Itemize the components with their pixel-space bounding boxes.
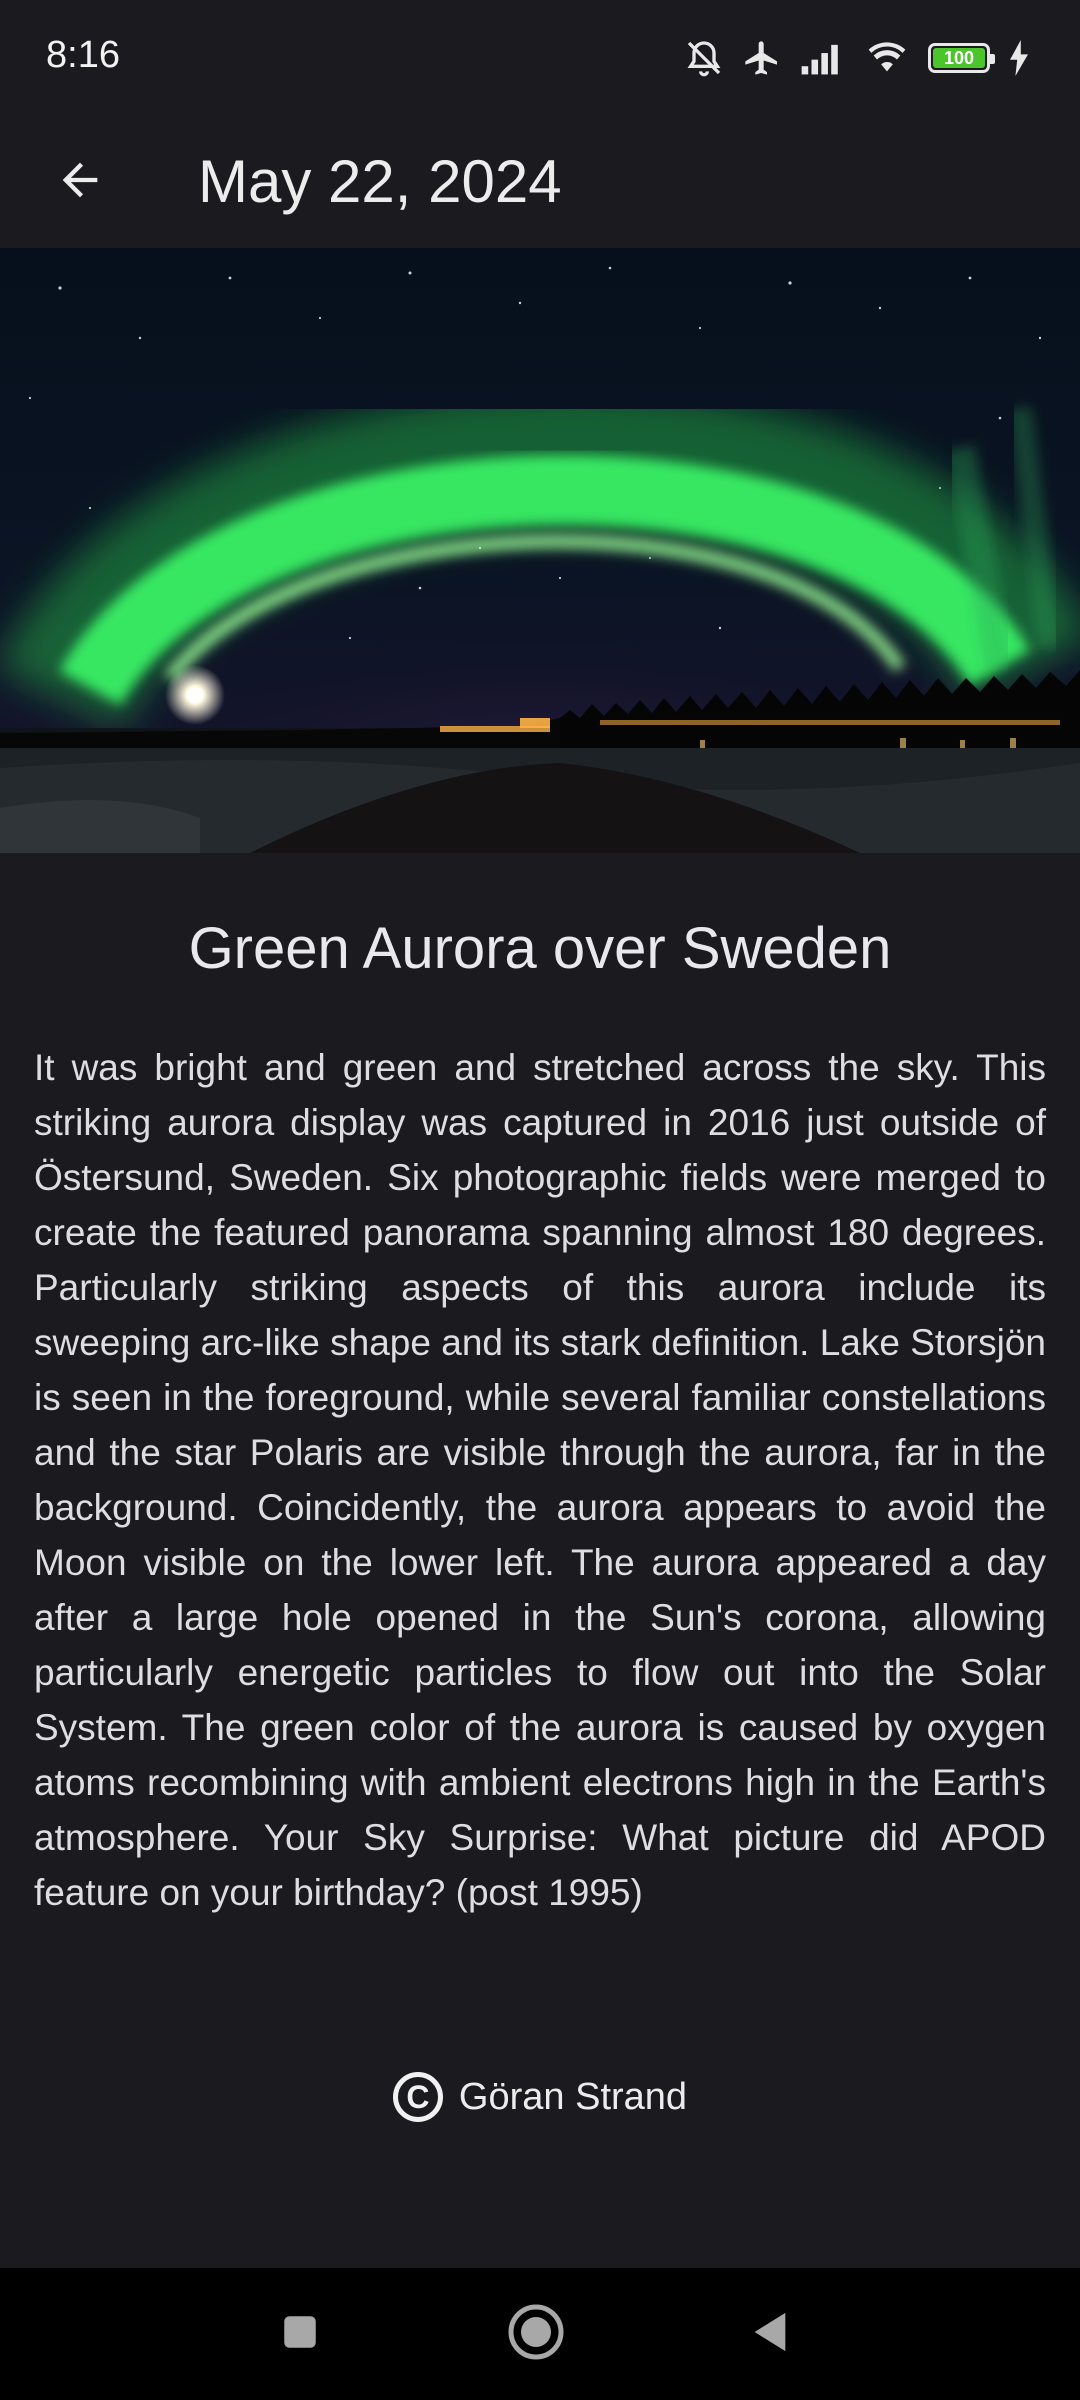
- status-time: 8:16: [46, 34, 120, 76]
- article-title: Green Aurora over Sweden: [188, 916, 892, 981]
- nav-back-button[interactable]: [732, 2296, 808, 2372]
- back-button[interactable]: [40, 142, 120, 222]
- signal-icon: [800, 38, 846, 78]
- charging-icon: [1008, 40, 1030, 76]
- app-bar: May 22, 2024: [0, 116, 1080, 248]
- copyright-credit: C Göran Strand: [0, 2072, 1080, 2122]
- battery-icon: 100: [928, 43, 995, 73]
- home-button[interactable]: [498, 2296, 574, 2372]
- copyright-icon: C: [392, 2072, 443, 2122]
- home-circle-icon: [506, 2302, 566, 2367]
- triangle-back-icon: [747, 2307, 793, 2362]
- aurora-panorama-image[interactable]: [0, 248, 1080, 853]
- article-explanation: It was bright and green and stretched ac…: [34, 1047, 1046, 1913]
- status-bar: 8:16 100: [0, 0, 1080, 116]
- battery-level: 100: [933, 48, 985, 68]
- page-title: May 22, 2024: [198, 148, 562, 215]
- arrow-back-icon: [54, 154, 106, 211]
- wifi-icon: [864, 38, 910, 78]
- square-icon: [279, 2311, 321, 2358]
- system-navigation-bar: [0, 2268, 1080, 2400]
- copyright-name: Göran Strand: [458, 2075, 688, 2118]
- recents-button[interactable]: [262, 2296, 338, 2372]
- status-icons: 100: [684, 30, 1030, 86]
- mute-icon: [684, 38, 724, 78]
- airplane-icon: [742, 38, 782, 78]
